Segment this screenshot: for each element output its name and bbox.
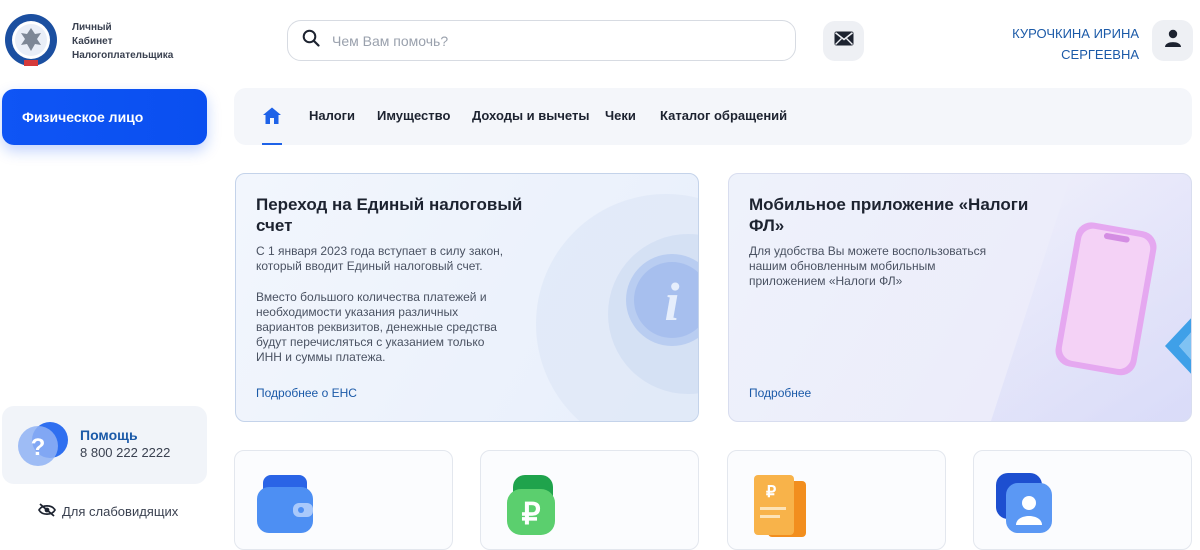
ens-card-text-1: С 1 января 2023 года вступает в силу зак… [256,244,504,273]
svg-text:₽: ₽ [766,484,776,501]
user-icon [1164,29,1182,52]
help-title[interactable]: Помощь [80,427,138,443]
svg-text:i: i [664,272,679,332]
chevron-illustration [1155,306,1191,386]
accessibility-label: Для слабовидящих [62,504,179,519]
ens-more-link[interactable]: Подробнее о ЕНС [256,386,357,400]
nav-item-property[interactable]: Имущество [377,108,450,123]
search-icon [302,29,320,52]
brand-line-2: Кабинет [72,36,113,47]
main-nav: Налоги Имущество Доходы и вычеты Чеки Ка… [234,88,1192,145]
tile-payments[interactable]: ₽ [480,450,699,550]
help-phone[interactable]: 8 800 222 2222 [80,445,170,460]
fns-logo[interactable] [4,12,58,68]
person-type-button[interactable]: Физическое лицо [2,89,207,145]
search-box[interactable] [287,20,796,61]
tile-profile[interactable] [973,450,1192,550]
mobile-app-card[interactable]: Мобильное приложение «Налоги ФЛ» Для удо… [728,173,1192,422]
nav-item-taxes[interactable]: Налоги [309,108,355,123]
brand-line-1: Личный [72,22,112,33]
app-card-text: Для удобства Вы можете воспользоваться н… [749,244,987,288]
messages-button[interactable] [823,21,864,61]
phone-illustration [1047,220,1167,378]
user-name-line-2[interactable]: СЕРГЕЕВНА [1010,44,1139,65]
ens-card[interactable]: i Переход на Единый налоговый счет С 1 я… [235,173,699,422]
info-icon: i [622,250,698,350]
search-input[interactable] [330,31,750,50]
nav-item-appeals[interactable]: Каталог обращений [660,108,787,123]
brand-title: Личный Кабинет Налогоплательщика [72,21,173,63]
ens-card-title: Переход на Единый налоговый счет [256,195,523,235]
ens-card-text-2: Вместо большого количества платежей и не… [256,290,497,364]
user-name[interactable]: КУРОЧКИНА ИРИНА СЕРГЕЕВНА [1010,23,1139,65]
accessibility-link[interactable]: Для слабовидящих [38,503,178,520]
nav-item-income[interactable]: Доходы и вычеты [472,108,589,123]
help-card[interactable]: ? Помощь 8 800 222 2222 [2,406,207,484]
svg-text:?: ? [31,434,46,461]
svg-text:₽: ₽ [521,498,540,531]
app-card-title: Мобильное приложение «Налоги ФЛ» [749,195,1029,235]
tile-receipts[interactable]: ₽ [727,450,946,550]
eye-off-icon [38,503,56,520]
nav-active-indicator [262,143,282,145]
person-type-label: Физическое лицо [22,109,144,125]
profile-button[interactable] [1152,20,1193,61]
mail-icon [834,31,854,51]
question-icon: ? [16,418,74,470]
nav-item-receipts[interactable]: Чеки [605,108,636,123]
tile-wallet[interactable] [234,450,453,550]
brand-line-3: Налогоплательщика [72,50,174,61]
user-name-line-1[interactable]: КУРОЧКИНА ИРИНА [1010,23,1139,44]
home-icon[interactable] [262,106,282,126]
app-more-link[interactable]: Подробнее [749,386,811,400]
